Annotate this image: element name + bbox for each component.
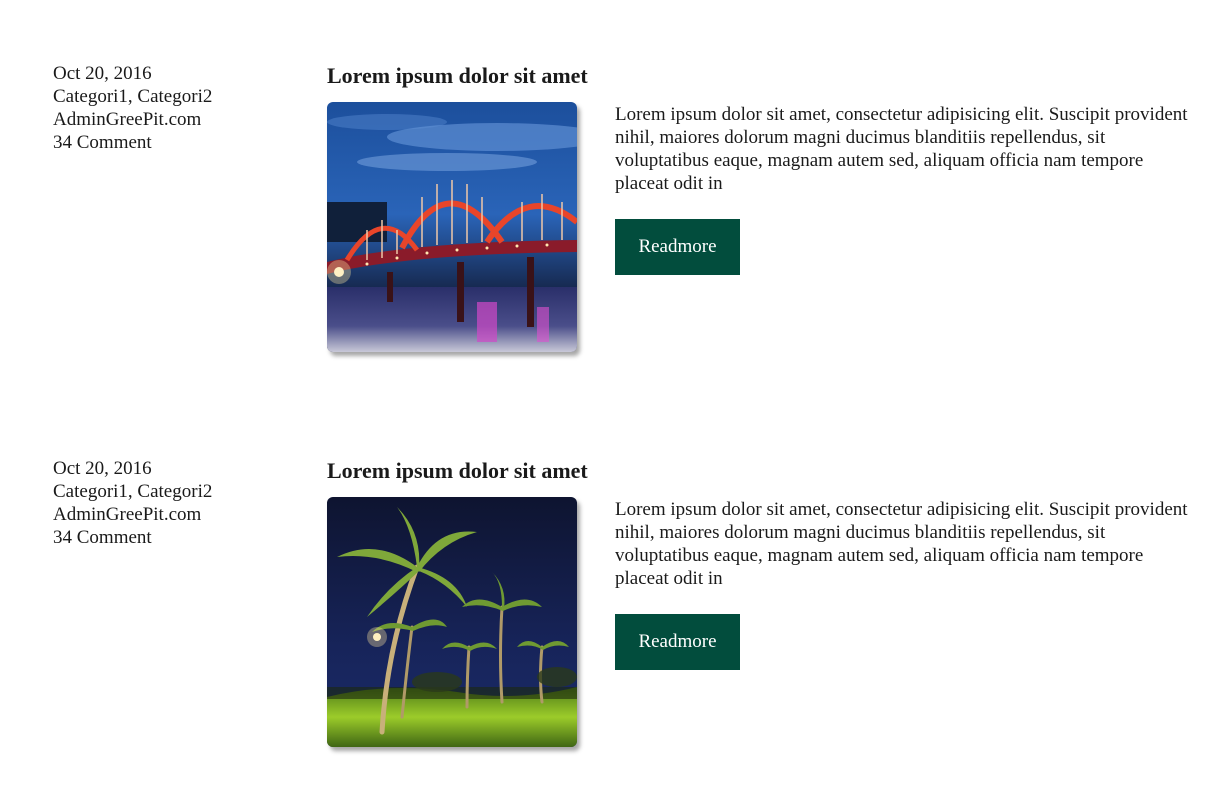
blog-post: Oct 20, 2016 Categori1, Categori2 AdminG… bbox=[0, 62, 1206, 362]
readmore-button[interactable]: Readmore bbox=[615, 614, 740, 670]
post-author[interactable]: AdminGreePit.com bbox=[53, 108, 293, 131]
readmore-button[interactable]: Readmore bbox=[615, 219, 740, 275]
blog-post: Oct 20, 2016 Categori1, Categori2 AdminG… bbox=[0, 457, 1206, 757]
post-comments[interactable]: 34 Comment bbox=[53, 526, 293, 549]
post-excerpt: Lorem ipsum dolor sit amet, consectetur … bbox=[615, 104, 1188, 194]
post-excerpt: Lorem ipsum dolor sit amet, consectetur … bbox=[615, 499, 1188, 589]
post-date: Oct 20, 2016 bbox=[53, 458, 152, 479]
night-palm-trees-image bbox=[327, 497, 577, 747]
post-image-palms[interactable] bbox=[327, 497, 577, 747]
post-comments[interactable]: 34 Comment bbox=[53, 131, 293, 154]
post-meta: Oct 20, 2016 Categori1, Categori2 AdminG… bbox=[53, 457, 293, 549]
post-title[interactable]: Lorem ipsum dolor sit amet bbox=[327, 457, 588, 485]
post-date: Oct 20, 2016 bbox=[53, 63, 152, 84]
post-categories[interactable]: Categori1, Categori2 bbox=[53, 480, 293, 503]
post-title[interactable]: Lorem ipsum dolor sit amet bbox=[327, 62, 588, 90]
post-categories[interactable]: Categori1, Categori2 bbox=[53, 85, 293, 108]
post-image-bridge[interactable] bbox=[327, 102, 577, 352]
post-author[interactable]: AdminGreePit.com bbox=[53, 503, 293, 526]
post-meta: Oct 20, 2016 Categori1, Categori2 AdminG… bbox=[53, 62, 293, 154]
night-bridge-image bbox=[327, 102, 577, 352]
